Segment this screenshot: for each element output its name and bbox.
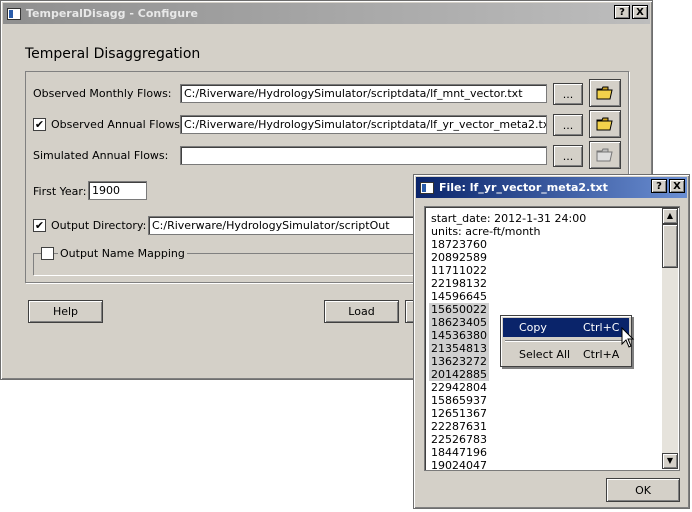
simulated-annual-label: Simulated Annual Flows: (33, 149, 169, 162)
app-icon (7, 7, 21, 20)
context-menu: Copy Ctrl+C Select All Ctrl+A (500, 315, 632, 367)
main-window-title: TemperalDisagg - Configure (26, 7, 198, 20)
scroll-up-button[interactable]: ▲ (662, 208, 678, 224)
observed-annual-checkbox[interactable]: ✔ (33, 118, 46, 131)
ok-button[interactable]: OK (606, 478, 680, 502)
observed-monthly-browse-button[interactable]: ... (553, 83, 583, 105)
menu-item-select-all-shortcut: Ctrl+A (583, 348, 620, 361)
menu-separator (505, 340, 627, 342)
file-line: 21354813 (429, 342, 489, 355)
observed-annual-label: Observed Annual Flows: (51, 118, 184, 131)
help-button[interactable]: Help (28, 300, 103, 323)
file-line: 18447196 (431, 446, 487, 459)
simulated-annual-open-button[interactable] (589, 141, 621, 169)
observed-monthly-field[interactable]: C:/Riverware/HydrologySimulator/scriptda… (180, 84, 547, 103)
observed-annual-field[interactable]: C:/Riverware/HydrologySimulator/scriptda… (180, 115, 547, 134)
file-dialog-close-button[interactable]: X (669, 179, 685, 193)
main-help-button[interactable]: ? (614, 5, 630, 19)
output-name-mapping-checkbox[interactable] (41, 247, 54, 260)
menu-item-select-all-label: Select All (519, 348, 571, 361)
file-line: 13623272 (429, 355, 489, 368)
open-folder-icon (596, 148, 613, 162)
file-dialog-title: File: lf_yr_vector_meta2.txt (439, 181, 608, 194)
file-line: 12651367 (431, 407, 487, 420)
file-line: 22526783 (431, 433, 487, 446)
file-line: 11711022 (431, 264, 487, 277)
file-line: 14536380 (429, 329, 489, 342)
observed-annual-open-button[interactable] (589, 110, 621, 138)
output-directory-label: Output Directory: (51, 219, 147, 232)
file-line: start_date: 2012-1-31 24:00 (431, 212, 587, 225)
output-directory-checkbox[interactable]: ✔ (33, 219, 46, 232)
file-line: 18623405 (429, 316, 489, 329)
observed-monthly-open-button[interactable] (589, 79, 621, 107)
scroll-thumb[interactable] (662, 224, 678, 268)
file-line: 22287631 (431, 420, 487, 433)
file-dialog-titlebar[interactable]: File: lf_yr_vector_meta2.txt ? X (416, 177, 687, 198)
section-heading: Temperal Disaggregation (25, 46, 201, 62)
mouse-cursor-icon (621, 327, 635, 348)
file-line: 22198132 (431, 277, 487, 290)
menu-item-select-all[interactable]: Select All Ctrl+A (503, 345, 629, 364)
file-line: 18723760 (431, 238, 487, 251)
output-name-mapping-label: Output Name Mapping (58, 247, 187, 260)
scroll-down-button[interactable]: ▼ (662, 453, 678, 469)
file-line: 14596645 (431, 290, 487, 303)
file-line: 19024047 (431, 459, 487, 471)
file-line: 20892589 (431, 251, 487, 264)
main-titlebar[interactable]: TemperalDisagg - Configure ? X (3, 3, 650, 24)
simulated-annual-browse-button[interactable]: ... (553, 145, 583, 167)
main-close-button[interactable]: X (632, 5, 648, 19)
file-line: 15865937 (431, 394, 487, 407)
open-folder-icon (596, 86, 613, 100)
file-dialog-help-button[interactable]: ? (651, 179, 667, 193)
observed-annual-browse-button[interactable]: ... (553, 114, 583, 136)
file-line: 22942804 (431, 381, 487, 394)
file-line: 15650022 (429, 303, 489, 316)
vertical-scrollbar[interactable]: ▲ ▼ (662, 208, 678, 469)
file-line: units: acre-ft/month (431, 225, 541, 238)
menu-item-copy-label: Copy (519, 321, 547, 334)
open-folder-icon (596, 117, 613, 131)
simulated-annual-field[interactable] (180, 146, 547, 165)
file-line: 20142885 (429, 368, 489, 381)
observed-monthly-label: Observed Monthly Flows: (33, 87, 172, 100)
file-icon (420, 181, 434, 194)
first-year-field[interactable]: 1900 (88, 181, 147, 200)
first-year-label: First Year: (33, 185, 87, 198)
load-button[interactable]: Load (324, 300, 399, 323)
output-directory-field[interactable]: C:/Riverware/HydrologySimulator/scriptOu… (148, 216, 416, 235)
menu-item-copy-shortcut: Ctrl+C (583, 321, 620, 334)
menu-item-copy[interactable]: Copy Ctrl+C (503, 318, 629, 337)
